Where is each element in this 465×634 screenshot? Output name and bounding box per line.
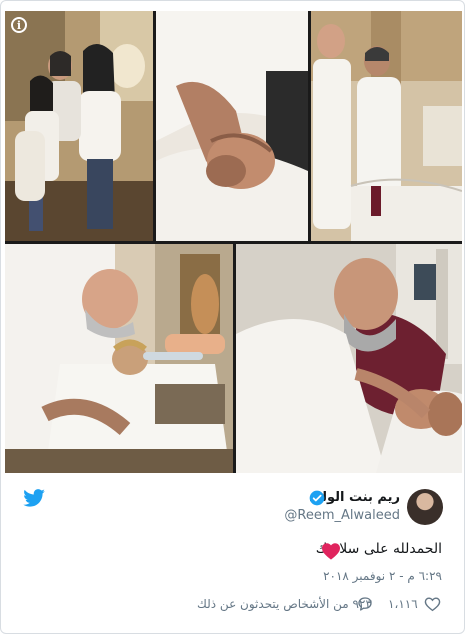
avatar[interactable] [407, 489, 443, 525]
photo-family-hug-image [5, 11, 153, 241]
likes-count[interactable]: ١،١١٦ [388, 597, 418, 611]
red-heart-emoji-icon [322, 543, 340, 560]
photo-family-hug[interactable]: i [5, 11, 153, 241]
twitter-bird-icon[interactable] [23, 489, 45, 507]
people-talking-link[interactable]: ٩٢٣ من الأشخاص يتحدثون عن ذلك [197, 597, 372, 611]
verified-badge-icon [309, 490, 325, 506]
photo-visitors-standing[interactable] [311, 11, 462, 241]
photo-hospital-visit-image [236, 244, 462, 473]
heart-outline-icon[interactable] [424, 596, 441, 612]
photo-holding-hands-image [156, 11, 308, 241]
photo-collage[interactable]: i [5, 11, 462, 473]
photo-visitors-standing-image [311, 11, 462, 241]
tweet-embed-card: i ريم بنت الوليد @Reem_Alwaleed الحمدلله… [0, 0, 465, 634]
photo-hospital-visit[interactable] [236, 244, 462, 473]
photo-forehead-kiss-image [5, 244, 233, 473]
info-icon[interactable]: i [11, 17, 27, 33]
tweet-timestamp[interactable]: ٦:٢٩ م - ٢ نوفمبر ٢٠١٨ [323, 569, 442, 583]
photo-forehead-kiss[interactable] [5, 244, 233, 473]
user-handle[interactable]: @Reem_Alwaleed [284, 508, 400, 523]
photo-holding-hands[interactable] [156, 11, 308, 241]
